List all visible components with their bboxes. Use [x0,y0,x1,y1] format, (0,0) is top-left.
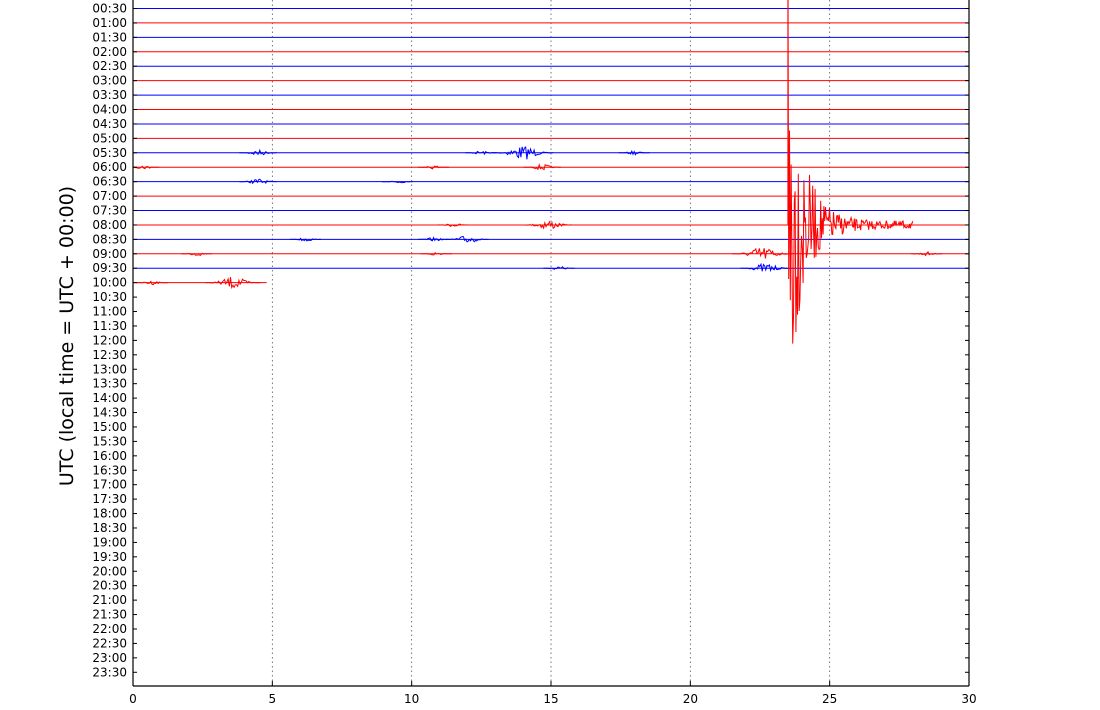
y-tick-label: 06:30 [92,175,127,189]
y-tick-label: 00:30 [92,2,127,16]
y-tick-label: 17:00 [92,478,127,492]
y-tick-label: 22:30 [92,636,127,650]
y-tick-label: 11:30 [92,319,127,333]
x-tick-label: 25 [822,692,837,706]
y-tick-label: 19:30 [92,550,127,564]
y-tick-label: 07:30 [92,204,127,218]
y-tick-label: 11:00 [92,305,127,319]
y-tick-label: 01:00 [92,16,127,30]
y-tick-label: 03:00 [92,74,127,88]
x-tick-label: 30 [961,692,976,706]
y-tick-label: 07:00 [92,189,127,203]
x-tick-label: 0 [129,692,137,706]
y-tick-label: 12:00 [92,333,127,347]
y-tick-label: 21:30 [92,608,127,622]
y-tick-label: 06:00 [92,160,127,174]
y-tick-label: 17:30 [92,492,127,506]
y-tick-label: 21:00 [92,593,127,607]
y-tick-label: 16:00 [92,449,127,463]
y-tick-label: 14:30 [92,406,127,420]
y-tick-label: 04:30 [92,117,127,131]
y-tick-label: 08:30 [92,232,127,246]
y-tick-label: 04:00 [92,103,127,117]
y-tick-label: 13:30 [92,377,127,391]
x-tick-label: 10 [404,692,419,706]
y-tick-label: 15:30 [92,434,127,448]
y-tick-label: 20:30 [92,579,127,593]
y-tick-label: 09:00 [92,247,127,261]
x-tick-label: 5 [269,692,277,706]
y-tick-label: 12:30 [92,348,127,362]
y-tick-label: 10:00 [92,276,127,290]
helicorder-chart: 00:3001:0001:3002:0002:3003:0003:3004:00… [56,0,977,706]
y-tick-label: 10:30 [92,290,127,304]
y-tick-label: 23:00 [92,651,127,665]
y-tick-label: 22:00 [92,622,127,636]
y-tick-label: 18:00 [92,507,127,521]
y-tick-label: 14:00 [92,391,127,405]
y-tick-label: 03:30 [92,88,127,102]
y-tick-label: 01:30 [92,30,127,44]
y-tick-label: 13:00 [92,362,127,376]
x-tick-label: 20 [683,692,698,706]
y-tick-label: 19:00 [92,535,127,549]
y-tick-label: 08:00 [92,218,127,232]
y-tick-label: 18:30 [92,521,127,535]
y-tick-label: 05:30 [92,146,127,160]
y-tick-label: 05:00 [92,131,127,145]
y-tick-label: 02:00 [92,45,127,59]
y-tick-label: 09:30 [92,261,127,275]
x-tick-label: 15 [543,692,558,706]
y-tick-label: 02:30 [92,59,127,73]
y-tick-label: 23:30 [92,665,127,679]
y-tick-label: 20:00 [92,564,127,578]
y-tick-label: 16:30 [92,463,127,477]
y-axis-label: UTC (local time = UTC + 00:00) [56,186,78,486]
y-tick-label: 15:00 [92,420,127,434]
